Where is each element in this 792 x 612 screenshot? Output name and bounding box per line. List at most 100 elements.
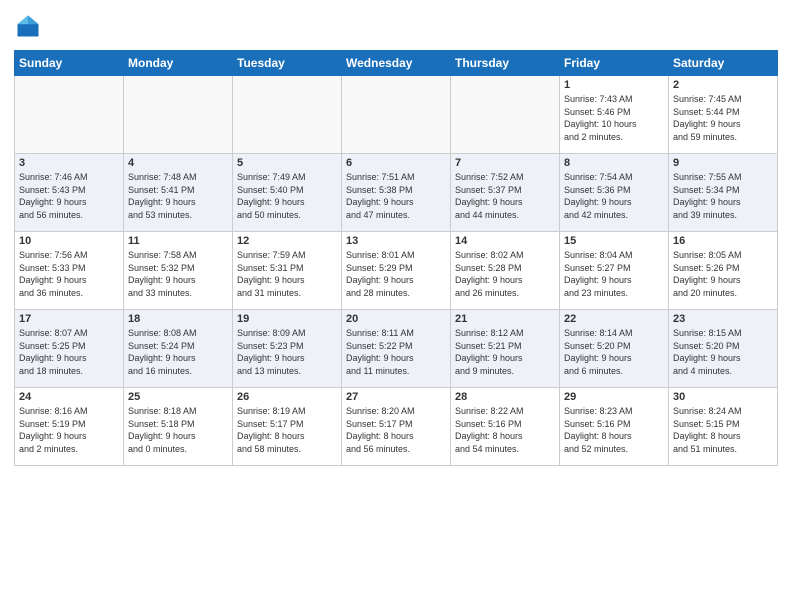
day-info: Sunrise: 8:08 AM Sunset: 5:24 PM Dayligh… [128, 327, 228, 377]
col-header-friday: Friday [560, 51, 669, 76]
day-number: 16 [673, 235, 773, 247]
day-number: 22 [564, 313, 664, 325]
day-number: 30 [673, 391, 773, 403]
day-info: Sunrise: 8:16 AM Sunset: 5:19 PM Dayligh… [19, 405, 119, 455]
calendar-cell: 29 Sunrise: 8:23 AM Sunset: 5:16 PM Dayli… [560, 388, 669, 466]
calendar-cell: 3 Sunrise: 7:46 AM Sunset: 5:43 PM Daylig… [15, 154, 124, 232]
calendar-table: SundayMondayTuesdayWednesdayThursdayFrid… [14, 50, 778, 466]
page-header [14, 12, 778, 40]
day-info: Sunrise: 8:18 AM Sunset: 5:18 PM Dayligh… [128, 405, 228, 455]
day-info: Sunrise: 7:54 AM Sunset: 5:36 PM Dayligh… [564, 171, 664, 221]
calendar-cell: 2 Sunrise: 7:45 AM Sunset: 5:44 PM Daylig… [669, 76, 778, 154]
day-number: 14 [455, 235, 555, 247]
day-info: Sunrise: 8:12 AM Sunset: 5:21 PM Dayligh… [455, 327, 555, 377]
day-number: 24 [19, 391, 119, 403]
calendar-cell: 17 Sunrise: 8:07 AM Sunset: 5:25 PM Dayli… [15, 310, 124, 388]
calendar-cell [124, 76, 233, 154]
day-info: Sunrise: 7:59 AM Sunset: 5:31 PM Dayligh… [237, 249, 337, 299]
day-number: 12 [237, 235, 337, 247]
day-number: 17 [19, 313, 119, 325]
calendar-cell: 26Sunrise: 8:19 AM Sunset: 5:17 PM Dayli… [233, 388, 342, 466]
day-number: 27 [346, 391, 446, 403]
calendar-cell: 15 Sunrise: 8:04 AM Sunset: 5:27 PM Dayli… [560, 232, 669, 310]
calendar-cell: 8 Sunrise: 7:54 AM Sunset: 5:36 PM Daylig… [560, 154, 669, 232]
day-info: Sunrise: 7:56 AM Sunset: 5:33 PM Dayligh… [19, 249, 119, 299]
calendar-cell: 22Sunrise: 8:14 AM Sunset: 5:20 PM Dayli… [560, 310, 669, 388]
calendar-cell: 21 Sunrise: 8:12 AM Sunset: 5:21 PM Dayli… [451, 310, 560, 388]
day-number: 4 [128, 157, 228, 169]
calendar-cell: 18 Sunrise: 8:08 AM Sunset: 5:24 PM Dayli… [124, 310, 233, 388]
calendar-cell: 12 Sunrise: 7:59 AM Sunset: 5:31 PM Dayli… [233, 232, 342, 310]
calendar-cell: 6Sunrise: 7:51 AM Sunset: 5:38 PM Daylig… [342, 154, 451, 232]
day-number: 29 [564, 391, 664, 403]
day-info: Sunrise: 8:23 AM Sunset: 5:16 PM Dayligh… [564, 405, 664, 455]
col-header-wednesday: Wednesday [342, 51, 451, 76]
calendar-cell: 11Sunrise: 7:58 AM Sunset: 5:32 PM Dayli… [124, 232, 233, 310]
calendar-cell: 20Sunrise: 8:11 AM Sunset: 5:22 PM Dayli… [342, 310, 451, 388]
day-info: Sunrise: 8:11 AM Sunset: 5:22 PM Dayligh… [346, 327, 446, 377]
col-header-monday: Monday [124, 51, 233, 76]
day-info: Sunrise: 8:19 AM Sunset: 5:17 PM Dayligh… [237, 405, 337, 455]
day-number: 28 [455, 391, 555, 403]
day-info: Sunrise: 7:51 AM Sunset: 5:38 PM Dayligh… [346, 171, 446, 221]
calendar-cell: 25 Sunrise: 8:18 AM Sunset: 5:18 PM Dayli… [124, 388, 233, 466]
day-number: 15 [564, 235, 664, 247]
day-info: Sunrise: 7:46 AM Sunset: 5:43 PM Dayligh… [19, 171, 119, 221]
calendar-cell: 30Sunrise: 8:24 AM Sunset: 5:15 PM Dayli… [669, 388, 778, 466]
day-number: 18 [128, 313, 228, 325]
calendar-week-row: 3 Sunrise: 7:46 AM Sunset: 5:43 PM Daylig… [15, 154, 778, 232]
day-info: Sunrise: 7:55 AM Sunset: 5:34 PM Dayligh… [673, 171, 773, 221]
col-header-saturday: Saturday [669, 51, 778, 76]
day-number: 25 [128, 391, 228, 403]
day-number: 13 [346, 235, 446, 247]
calendar-cell [15, 76, 124, 154]
calendar-week-row: 10 Sunrise: 7:56 AM Sunset: 5:33 PM Dayli… [15, 232, 778, 310]
calendar-cell: 4 Sunrise: 7:48 AM Sunset: 5:41 PM Daylig… [124, 154, 233, 232]
col-header-thursday: Thursday [451, 51, 560, 76]
calendar-cell [342, 76, 451, 154]
calendar-cell: 1 Sunrise: 7:43 AM Sunset: 5:46 PM Daylig… [560, 76, 669, 154]
logo-icon [14, 12, 42, 40]
day-number: 1 [564, 79, 664, 91]
calendar-cell: 24 Sunrise: 8:16 AM Sunset: 5:19 PM Dayli… [15, 388, 124, 466]
calendar-cell [451, 76, 560, 154]
calendar-week-row: 1 Sunrise: 7:43 AM Sunset: 5:46 PM Daylig… [15, 76, 778, 154]
day-number: 2 [673, 79, 773, 91]
day-info: Sunrise: 8:05 AM Sunset: 5:26 PM Dayligh… [673, 249, 773, 299]
day-number: 7 [455, 157, 555, 169]
day-number: 8 [564, 157, 664, 169]
calendar-week-row: 24 Sunrise: 8:16 AM Sunset: 5:19 PM Dayli… [15, 388, 778, 466]
calendar-cell: 28Sunrise: 8:22 AM Sunset: 5:16 PM Dayli… [451, 388, 560, 466]
page-container: SundayMondayTuesdayWednesdayThursdayFrid… [0, 0, 792, 474]
calendar-cell: 19Sunrise: 8:09 AM Sunset: 5:23 PM Dayli… [233, 310, 342, 388]
day-number: 10 [19, 235, 119, 247]
calendar-cell: 7Sunrise: 7:52 AM Sunset: 5:37 PM Daylig… [451, 154, 560, 232]
calendar-week-row: 17 Sunrise: 8:07 AM Sunset: 5:25 PM Dayli… [15, 310, 778, 388]
day-number: 23 [673, 313, 773, 325]
day-info: Sunrise: 8:09 AM Sunset: 5:23 PM Dayligh… [237, 327, 337, 377]
day-info: Sunrise: 8:04 AM Sunset: 5:27 PM Dayligh… [564, 249, 664, 299]
day-info: Sunrise: 8:01 AM Sunset: 5:29 PM Dayligh… [346, 249, 446, 299]
day-info: Sunrise: 7:45 AM Sunset: 5:44 PM Dayligh… [673, 93, 773, 143]
calendar-cell: 27 Sunrise: 8:20 AM Sunset: 5:17 PM Dayli… [342, 388, 451, 466]
calendar-cell: 16 Sunrise: 8:05 AM Sunset: 5:26 PM Dayli… [669, 232, 778, 310]
day-info: Sunrise: 7:49 AM Sunset: 5:40 PM Dayligh… [237, 171, 337, 221]
col-header-sunday: Sunday [15, 51, 124, 76]
day-number: 5 [237, 157, 337, 169]
calendar-cell: 23 Sunrise: 8:15 AM Sunset: 5:20 PM Dayli… [669, 310, 778, 388]
day-number: 21 [455, 313, 555, 325]
calendar-cell: 10 Sunrise: 7:56 AM Sunset: 5:33 PM Dayli… [15, 232, 124, 310]
calendar-cell: 13 Sunrise: 8:01 AM Sunset: 5:29 PM Dayli… [342, 232, 451, 310]
calendar-cell: 14Sunrise: 8:02 AM Sunset: 5:28 PM Dayli… [451, 232, 560, 310]
day-number: 3 [19, 157, 119, 169]
day-info: Sunrise: 8:07 AM Sunset: 5:25 PM Dayligh… [19, 327, 119, 377]
day-number: 9 [673, 157, 773, 169]
day-info: Sunrise: 8:15 AM Sunset: 5:20 PM Dayligh… [673, 327, 773, 377]
day-info: Sunrise: 8:20 AM Sunset: 5:17 PM Dayligh… [346, 405, 446, 455]
calendar-cell [233, 76, 342, 154]
day-info: Sunrise: 7:48 AM Sunset: 5:41 PM Dayligh… [128, 171, 228, 221]
day-info: Sunrise: 7:43 AM Sunset: 5:46 PM Dayligh… [564, 93, 664, 143]
calendar-cell: 9 Sunrise: 7:55 AM Sunset: 5:34 PM Daylig… [669, 154, 778, 232]
logo [14, 12, 46, 40]
calendar-header-row: SundayMondayTuesdayWednesdayThursdayFrid… [15, 51, 778, 76]
